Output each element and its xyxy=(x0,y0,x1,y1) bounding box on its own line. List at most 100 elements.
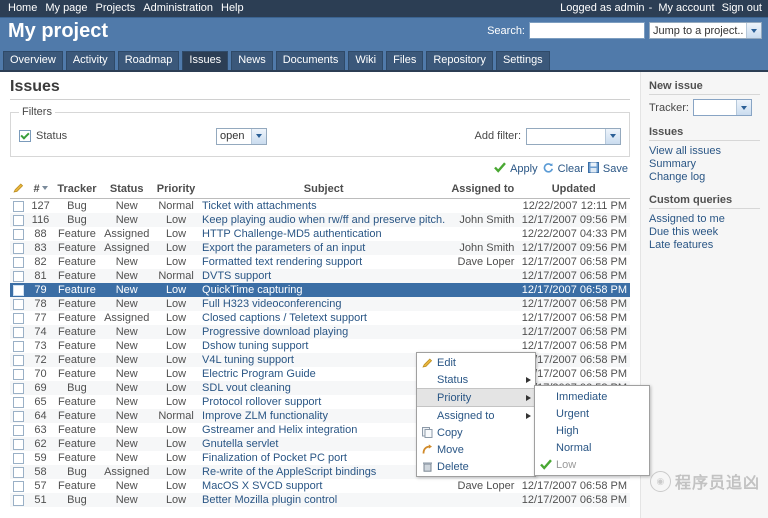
context-menu-item-move[interactable]: Move xyxy=(417,441,535,458)
row-id[interactable]: 62 xyxy=(28,437,54,451)
col-header-subject[interactable]: Subject xyxy=(199,180,449,199)
top-menu-item-administration[interactable]: Administration xyxy=(139,0,217,17)
row-id[interactable]: 77 xyxy=(28,311,54,325)
row-select-checkbox[interactable] xyxy=(10,465,28,479)
row-select-checkbox[interactable] xyxy=(10,241,28,255)
sidebar-item-late-features[interactable]: Late features xyxy=(649,239,760,252)
table-row[interactable]: 70 Feature New Low Electric Program Guide 12/… xyxy=(10,367,630,381)
top-menu-item-my-page[interactable]: My page xyxy=(41,0,91,17)
priority-option-immediate[interactable]: Immediate xyxy=(535,388,649,405)
tab-documents[interactable]: Documents xyxy=(275,51,346,70)
row-id[interactable]: 72 xyxy=(28,353,54,367)
row-subject[interactable]: Ticket with attachments xyxy=(199,199,448,214)
search-input[interactable] xyxy=(529,22,645,39)
row-id[interactable]: 81 xyxy=(28,269,54,283)
col-header-assigned[interactable]: Assigned to xyxy=(448,180,518,199)
row-select-checkbox[interactable] xyxy=(10,325,28,339)
table-row[interactable]: 51 Bug New Low Better Mozilla plugin control… xyxy=(10,493,630,507)
table-row[interactable]: 81 Feature New Normal DVTS support 12/17/2007… xyxy=(10,269,630,283)
tab-issues[interactable]: Issues xyxy=(182,51,229,70)
row-select-checkbox[interactable] xyxy=(10,437,28,451)
row-select-checkbox[interactable] xyxy=(10,283,28,297)
row-id[interactable]: 70 xyxy=(28,367,54,381)
sidebar-item-summary[interactable]: Summary xyxy=(649,158,760,171)
tab-repository[interactable]: Repository xyxy=(426,51,493,70)
sidebar-item-due-this-week[interactable]: Due this week xyxy=(649,226,760,239)
row-id[interactable]: 57 xyxy=(28,479,54,493)
sidebar-item-change-log[interactable]: Change log xyxy=(649,171,760,184)
row-select-checkbox[interactable] xyxy=(10,213,28,227)
row-id[interactable]: 59 xyxy=(28,451,54,465)
table-row[interactable]: 57 Feature New Low MacOS X SVCD support Dave … xyxy=(10,479,630,493)
row-id[interactable]: 63 xyxy=(28,423,54,437)
row-id[interactable]: 83 xyxy=(28,241,54,255)
tab-settings[interactable]: Settings xyxy=(495,51,550,70)
row-subject[interactable]: HTTP Challenge-MD5 authentication xyxy=(199,227,448,241)
project-jump-select[interactable]: Jump to a project.. xyxy=(649,22,762,39)
tab-news[interactable]: News xyxy=(231,51,273,70)
row-subject[interactable]: MacOS X SVCD support xyxy=(199,479,448,493)
table-row[interactable]: 82 Feature New Low Formatted text rendering … xyxy=(10,255,630,269)
priority-option-low[interactable]: Low xyxy=(535,456,649,473)
table-row[interactable]: 77 Feature Assigned Low Closed captions / Te… xyxy=(10,311,630,325)
status-operator-select[interactable]: open xyxy=(216,127,267,145)
row-id[interactable]: 88 xyxy=(28,227,54,241)
table-row[interactable]: 72 Feature New Low V4L tuning support 12/17/2… xyxy=(10,353,630,367)
sign-out-link[interactable]: Sign out xyxy=(720,2,764,14)
row-subject[interactable]: Closed captions / Teletext support xyxy=(199,311,448,325)
context-menu-item-status[interactable]: Status xyxy=(417,371,535,388)
row-subject[interactable]: Dshow tuning support xyxy=(199,339,448,353)
col-header-status[interactable]: Status xyxy=(100,180,154,199)
row-id[interactable]: 51 xyxy=(28,493,54,507)
top-menu-item-help[interactable]: Help xyxy=(217,0,248,17)
row-subject[interactable]: DVTS support xyxy=(199,269,448,283)
apply-link[interactable]: Apply xyxy=(510,163,538,175)
context-menu-item-priority[interactable]: Priority xyxy=(417,388,535,407)
table-row[interactable]: 78 Feature New Low Full H323 videoconferenci… xyxy=(10,297,630,311)
my-account-link[interactable]: My account xyxy=(656,2,716,14)
row-select-checkbox[interactable] xyxy=(10,451,28,465)
row-subject[interactable]: Improve ZLM functionality xyxy=(199,409,448,423)
priority-option-normal[interactable]: Normal xyxy=(535,439,649,456)
table-row[interactable]: 74 Feature New Low Progressive download play… xyxy=(10,325,630,339)
row-id[interactable]: 69 xyxy=(28,381,54,395)
row-select-checkbox[interactable] xyxy=(10,479,28,493)
row-select-checkbox[interactable] xyxy=(10,227,28,241)
priority-option-urgent[interactable]: Urgent xyxy=(535,405,649,422)
context-menu-item-edit[interactable]: Edit xyxy=(417,354,535,371)
row-id[interactable]: 58 xyxy=(28,465,54,479)
row-subject[interactable]: Progressive download playing xyxy=(199,325,448,339)
row-subject[interactable]: Full H323 videoconferencing xyxy=(199,297,448,311)
row-subject[interactable]: Formatted text rendering support xyxy=(199,255,448,269)
row-select-checkbox[interactable] xyxy=(10,199,28,214)
tab-wiki[interactable]: Wiki xyxy=(348,51,384,70)
col-header-priority[interactable]: Priority xyxy=(153,180,200,199)
tab-roadmap[interactable]: Roadmap xyxy=(117,51,180,70)
row-select-checkbox[interactable] xyxy=(10,255,28,269)
row-subject[interactable]: QuickTime capturing xyxy=(199,283,448,297)
row-id[interactable]: 73 xyxy=(28,339,54,353)
sidebar-item-assigned-to-me[interactable]: Assigned to me xyxy=(649,213,760,226)
row-subject[interactable]: Export the parameters of an input xyxy=(199,241,448,255)
row-subject[interactable]: Protocol rollover support xyxy=(199,395,448,409)
row-subject[interactable]: V4L tuning support xyxy=(199,353,448,367)
table-row[interactable]: 83 Feature Assigned Low Export the parameter… xyxy=(10,241,630,255)
context-menu-item-assigned-to[interactable]: Assigned to xyxy=(417,407,535,424)
row-select-checkbox[interactable] xyxy=(10,423,28,437)
row-subject[interactable]: Electric Program Guide xyxy=(199,367,448,381)
row-select-checkbox[interactable] xyxy=(10,409,28,423)
context-menu-item-delete[interactable]: Delete xyxy=(417,458,535,475)
row-id[interactable]: 82 xyxy=(28,255,54,269)
row-select-checkbox[interactable] xyxy=(10,367,28,381)
row-id[interactable]: 79 xyxy=(28,283,54,297)
row-subject[interactable]: Better Mozilla plugin control xyxy=(199,493,448,507)
row-subject[interactable]: Gstreamer and Helix integration xyxy=(199,423,448,437)
col-header-id[interactable]: # xyxy=(27,180,54,199)
tab-files[interactable]: Files xyxy=(386,51,424,70)
row-select-checkbox[interactable] xyxy=(10,297,28,311)
table-row[interactable]: 79 Feature New Low QuickTime capturing 12/17/… xyxy=(10,283,630,297)
row-id[interactable]: 78 xyxy=(28,297,54,311)
col-header-updated[interactable]: Updated xyxy=(517,180,630,199)
row-select-checkbox[interactable] xyxy=(10,381,28,395)
row-select-checkbox[interactable] xyxy=(10,395,28,409)
